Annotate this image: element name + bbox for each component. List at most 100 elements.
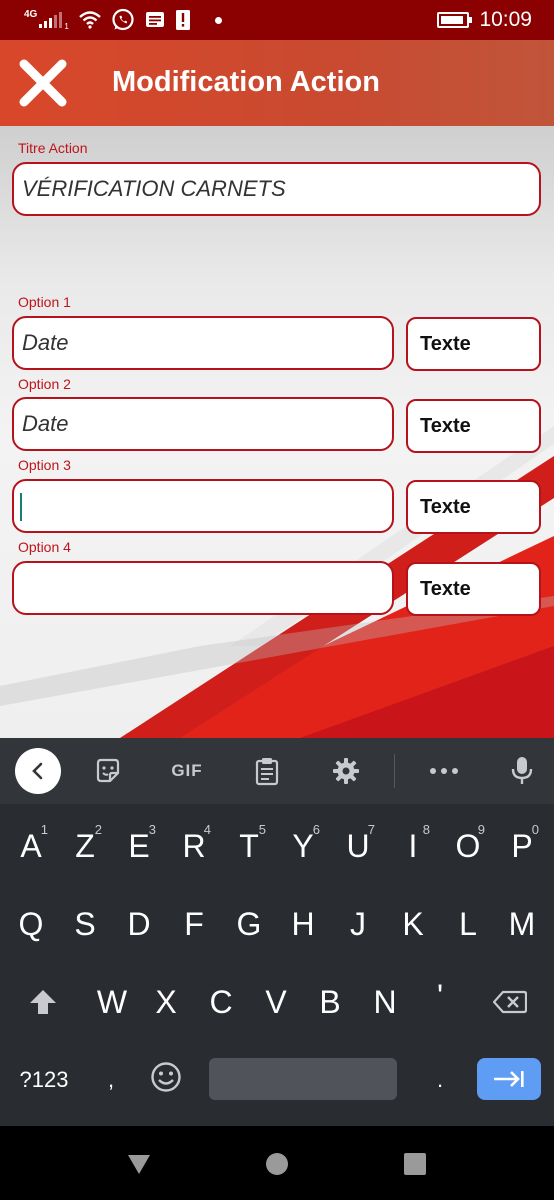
sticker-icon: [96, 758, 120, 783]
key-r[interactable]: R4: [167, 814, 221, 878]
signal-icon: [39, 12, 63, 28]
form-area: Titre Action VÉRIFICATION CARNETS Option…: [0, 126, 554, 738]
key-e[interactable]: E3: [112, 814, 166, 878]
clipboard-button[interactable]: [247, 751, 287, 791]
keyboard-toolbar: GIF: [0, 738, 554, 804]
microphone-icon: [511, 757, 533, 784]
status-right: 10:09: [437, 0, 532, 40]
nav-recents-button[interactable]: [401, 1150, 429, 1178]
option-1-value: Date: [22, 330, 69, 355]
close-icon: [19, 59, 67, 107]
key-y[interactable]: Y6: [276, 814, 330, 878]
symbols-key[interactable]: ?123: [12, 1048, 76, 1112]
option-2-input[interactable]: Date: [12, 397, 394, 451]
title-action-input[interactable]: VÉRIFICATION CARNETS: [12, 162, 541, 216]
nav-back-button[interactable]: [125, 1150, 153, 1178]
key-s[interactable]: S: [58, 892, 112, 956]
option-4-input[interactable]: [12, 561, 394, 615]
option-4-value: [20, 563, 22, 613]
key-t[interactable]: T5: [222, 814, 276, 878]
sim-slot: 1: [64, 21, 69, 31]
option-1-label: Option 1: [18, 294, 71, 310]
option-2-label: Option 2: [18, 376, 71, 392]
option-1-input[interactable]: Date: [12, 316, 394, 370]
space-key[interactable]: [209, 1058, 397, 1100]
key-z[interactable]: Z2: [58, 814, 112, 878]
close-button[interactable]: [18, 58, 68, 108]
option-4-type-button[interactable]: Texte: [406, 562, 541, 616]
shift-arrow-icon: [30, 990, 56, 1014]
key-o[interactable]: O9: [441, 814, 495, 878]
title-action-value: VÉRIFICATION CARNETS: [22, 176, 286, 201]
toolbar-divider: [394, 754, 395, 788]
backspace-icon: [493, 990, 527, 1014]
keyboard-back-button[interactable]: [15, 748, 61, 794]
voice-input-button[interactable]: [502, 751, 542, 791]
key-apostrophe[interactable]: ': [413, 964, 467, 1028]
key-l[interactable]: L: [441, 892, 495, 956]
backspace-key[interactable]: [480, 970, 540, 1034]
next-key[interactable]: [477, 1058, 541, 1100]
key-x[interactable]: X: [139, 970, 193, 1034]
key-u[interactable]: U7: [331, 814, 385, 878]
key-k[interactable]: K: [386, 892, 440, 956]
option-3-input[interactable]: [12, 479, 394, 533]
settings-button[interactable]: [326, 751, 366, 791]
message-icon: [145, 12, 164, 27]
more-options-button[interactable]: [424, 751, 464, 791]
battery-icon: [437, 12, 473, 28]
key-d[interactable]: D: [112, 892, 166, 956]
nav-home-button[interactable]: [263, 1150, 291, 1178]
option-4-label: Option 4: [18, 539, 71, 555]
square-recents-icon: [404, 1153, 426, 1175]
more-horizontal-icon: [430, 768, 458, 774]
key-j[interactable]: J: [331, 892, 385, 956]
emoji-icon: [151, 1062, 181, 1092]
option-3-label: Option 3: [18, 457, 71, 473]
option-2-value: Date: [22, 411, 69, 436]
key-v[interactable]: V: [249, 970, 303, 1034]
app-bar: Modification Action: [0, 40, 554, 126]
circle-home-icon: [266, 1153, 288, 1175]
alert-icon: [175, 10, 190, 30]
key-i[interactable]: I8: [386, 814, 440, 878]
sticker-button[interactable]: [88, 751, 128, 791]
title-action-label: Titre Action: [18, 140, 88, 156]
option-2-type-button[interactable]: Texte: [406, 399, 541, 453]
shift-key[interactable]: [16, 970, 70, 1034]
key-a[interactable]: A1: [4, 814, 58, 878]
page-title: Modification Action: [112, 66, 380, 98]
wifi-icon: [78, 11, 101, 29]
gif-button[interactable]: GIF: [164, 751, 210, 791]
clock: 10:09: [479, 8, 532, 31]
key-q[interactable]: Q: [4, 892, 58, 956]
key-n[interactable]: N: [358, 970, 412, 1034]
key-m[interactable]: M: [495, 892, 549, 956]
navigation-bar: [0, 1126, 554, 1200]
key-p[interactable]: P0: [495, 814, 549, 878]
keyboard: GIF A 1 Z 2 E 3 R 4 T 5 Y 6 U 7 I 8 O 9 …: [0, 738, 554, 1126]
gear-icon: [333, 758, 359, 784]
network-type: 4G: [24, 8, 38, 20]
notification-dot-icon: [214, 16, 222, 24]
triangle-back-icon: [128, 1155, 150, 1174]
whatsapp-icon: [112, 8, 134, 31]
key-g[interactable]: G: [222, 892, 276, 956]
key-w[interactable]: W: [85, 970, 139, 1034]
status-bar: 4G 1 10:09: [0, 0, 554, 40]
chevron-left-icon: [32, 762, 43, 780]
period-key[interactable]: .: [413, 1048, 467, 1112]
status-left: 4G 1: [24, 0, 222, 40]
key-b[interactable]: B: [303, 970, 357, 1034]
comma-key[interactable]: ,: [84, 1048, 138, 1112]
emoji-key[interactable]: [139, 1045, 193, 1109]
battery-fill: [441, 16, 464, 24]
key-h[interactable]: H: [276, 892, 330, 956]
option-1-type-button[interactable]: Texte: [406, 317, 541, 371]
key-f[interactable]: F: [167, 892, 221, 956]
gif-label: GIF: [171, 761, 203, 780]
tab-arrow-icon: [494, 1071, 524, 1087]
text-cursor: [20, 493, 22, 521]
option-3-type-button[interactable]: Texte: [406, 480, 541, 534]
key-c[interactable]: C: [194, 970, 248, 1034]
